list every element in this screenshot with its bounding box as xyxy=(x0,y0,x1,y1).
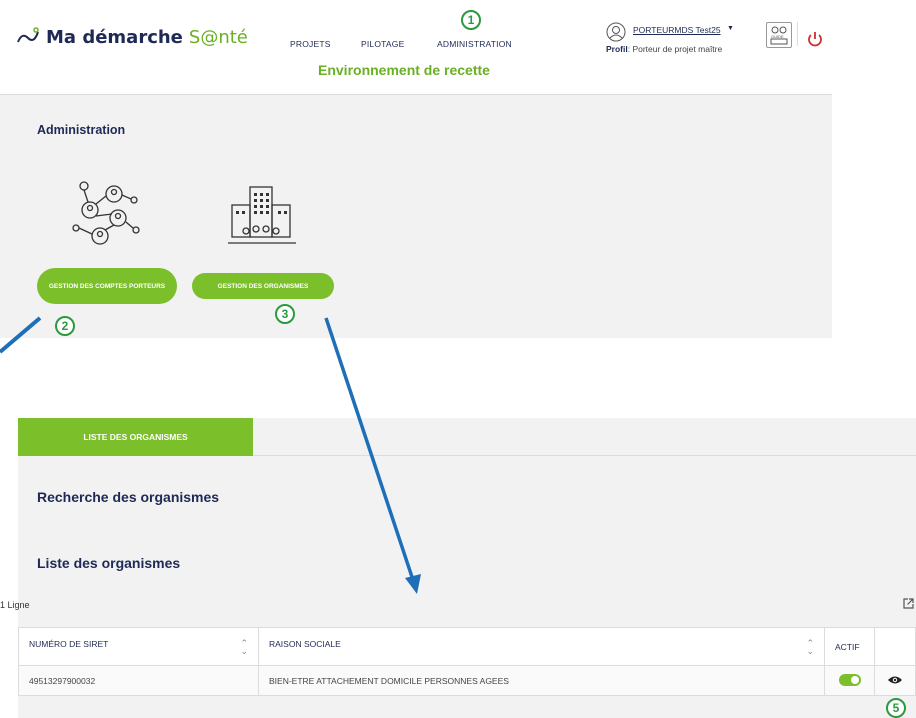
external-link-icon[interactable] xyxy=(902,597,915,610)
profile-value: : Porteur de projet maître xyxy=(627,44,723,54)
organismes-table: NUMÉRO DE SIRET ⌃ ⌄ RAISON SOCIALE ⌃ ⌄ ACTIF… xyxy=(18,627,916,696)
caret-down-icon[interactable]: ▼ xyxy=(727,25,734,32)
sort-icon[interactable]: ⌃ ⌄ xyxy=(240,638,248,655)
tab-liste-organismes[interactable]: LISTE DES ORGANISMES xyxy=(18,418,253,456)
column-actif-label: ACTIF xyxy=(835,641,860,652)
annotation-badge-1: 1 xyxy=(461,10,481,30)
column-siret-label: NUMÉRO DE SIRET xyxy=(29,638,109,649)
cell-actif xyxy=(824,665,875,696)
logo-text-accent: S@nté xyxy=(188,26,248,48)
guide-label: GUIDE xyxy=(771,34,784,39)
app-logo[interactable]: Ma démarche S@nté xyxy=(16,26,248,48)
annotation-badge-5: 5 xyxy=(886,698,906,718)
buildings-icon xyxy=(228,186,296,244)
nav-administration[interactable]: ADMINISTRATION xyxy=(437,39,512,49)
row-count: 1 Ligne xyxy=(0,600,30,610)
logo-text: Ma démarche xyxy=(46,26,183,48)
header-divider xyxy=(797,22,798,46)
profile-label: Profil xyxy=(606,44,628,54)
user-name-link[interactable]: PORTEURMDS Test25 xyxy=(633,25,721,35)
actif-toggle[interactable] xyxy=(838,673,861,686)
logo-mark-icon xyxy=(17,27,39,43)
annotation-badge-2: 2 xyxy=(55,316,75,336)
column-actif: ACTIF xyxy=(824,627,875,666)
cell-actions xyxy=(874,665,916,696)
administration-title: Administration xyxy=(37,123,126,137)
table-row: 49513297900032 BIEN-ETRE ATTACHEMENT DOM… xyxy=(18,665,916,696)
user-profile: Profil: Porteur de projet maître xyxy=(606,44,722,54)
environment-label: Environnement de recette xyxy=(318,62,490,78)
nav-projets[interactable]: PROJETS xyxy=(290,39,331,49)
search-section-title[interactable]: Recherche des organismes xyxy=(37,489,219,505)
user-network-icon xyxy=(72,181,140,245)
guide-button[interactable]: GUIDE xyxy=(766,22,792,48)
nav-pilotage[interactable]: PILOTAGE xyxy=(361,39,404,49)
cell-siret: 49513297900032 xyxy=(18,665,259,696)
column-siret[interactable]: NUMÉRO DE SIRET ⌃ ⌄ xyxy=(18,627,259,666)
column-raison-sociale[interactable]: RAISON SOCIALE ⌃ ⌄ xyxy=(258,627,825,666)
gestion-organismes-button[interactable]: GESTION DES ORGANISMES xyxy=(192,273,334,299)
gestion-comptes-porteurs-button[interactable]: GESTION DES COMPTES PORTEURS xyxy=(37,268,177,304)
power-icon[interactable] xyxy=(806,30,824,48)
eye-icon[interactable] xyxy=(887,675,903,685)
column-actions xyxy=(874,627,916,666)
cell-raison-sociale: BIEN-ETRE ATTACHEMENT DOMICILE PERSONNES… xyxy=(258,665,825,696)
sort-icon[interactable]: ⌃ ⌄ xyxy=(806,638,814,655)
user-avatar-icon xyxy=(606,22,626,42)
table-header-row: NUMÉRO DE SIRET ⌃ ⌄ RAISON SOCIALE ⌃ ⌄ ACTIF xyxy=(18,627,916,666)
column-raison-label: RAISON SOCIALE xyxy=(269,638,341,649)
annotation-badge-3: 3 xyxy=(275,304,295,324)
list-section-title: Liste des organismes xyxy=(37,555,181,571)
